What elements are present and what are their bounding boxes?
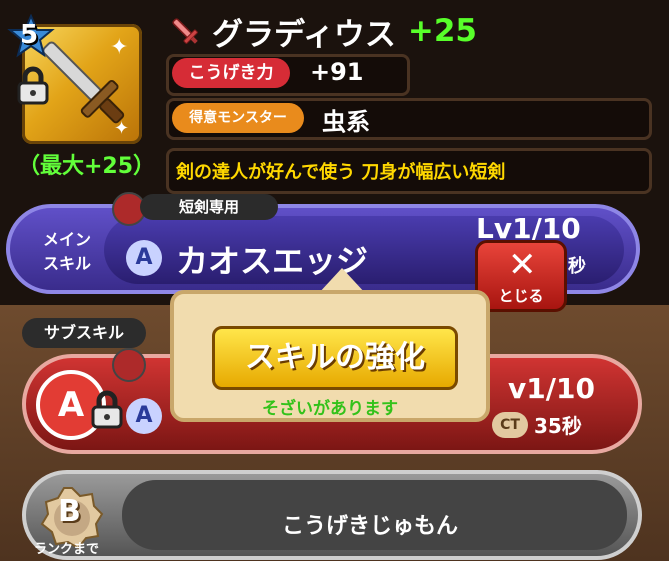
material-available-message: そざいがあります <box>262 399 398 419</box>
main-skill-label: メイン スキル <box>42 230 91 273</box>
svg-text:✦: ✦ <box>110 35 128 60</box>
svg-text:✦: ✦ <box>114 118 129 139</box>
star-level: 5 <box>20 20 39 50</box>
close-label: とじる <box>498 287 544 305</box>
weapon-name-row: グラディウス +25 <box>168 10 477 53</box>
attack-value: +91 <box>310 58 364 86</box>
sub-skill-label: サブスキル <box>22 318 146 348</box>
sub-skill-level: v1/10 <box>508 372 595 405</box>
weapon-plus: +25 <box>407 13 477 49</box>
weapon-tag: 短剣専用 <box>140 194 278 220</box>
ct-badge: CT <box>492 412 528 438</box>
weapon-name: グラディウス <box>212 16 396 53</box>
attack-label: こうげき力 <box>172 58 290 88</box>
sword-icon <box>172 18 198 44</box>
skill-enhance-button[interactable]: スキルの強化 <box>212 326 458 390</box>
lock-icon <box>17 66 49 105</box>
sub-a-badge: A <box>126 398 162 434</box>
b-skill-name: こうげきじゅもん <box>281 514 458 539</box>
rank-a-badge: A <box>126 240 162 276</box>
main-skill-ct-suffix: 秒 <box>568 256 586 277</box>
monster-label: 得意モンスター <box>172 103 304 133</box>
ct-value: 35秒 <box>534 414 582 438</box>
sub-sword-circle-icon <box>112 348 146 382</box>
sub-lock-icon <box>91 390 123 429</box>
monster-value: 虫系 <box>322 108 370 136</box>
rank-until-label: ランクまで <box>34 542 100 557</box>
close-icon: ✕ <box>508 245 537 285</box>
rank-b-letter: B <box>58 494 81 529</box>
max-plus-label: （最大+25） <box>18 154 156 179</box>
weapon-description: 剣の達人が好んで使う 刀身が幅広い短剣 <box>176 162 506 183</box>
